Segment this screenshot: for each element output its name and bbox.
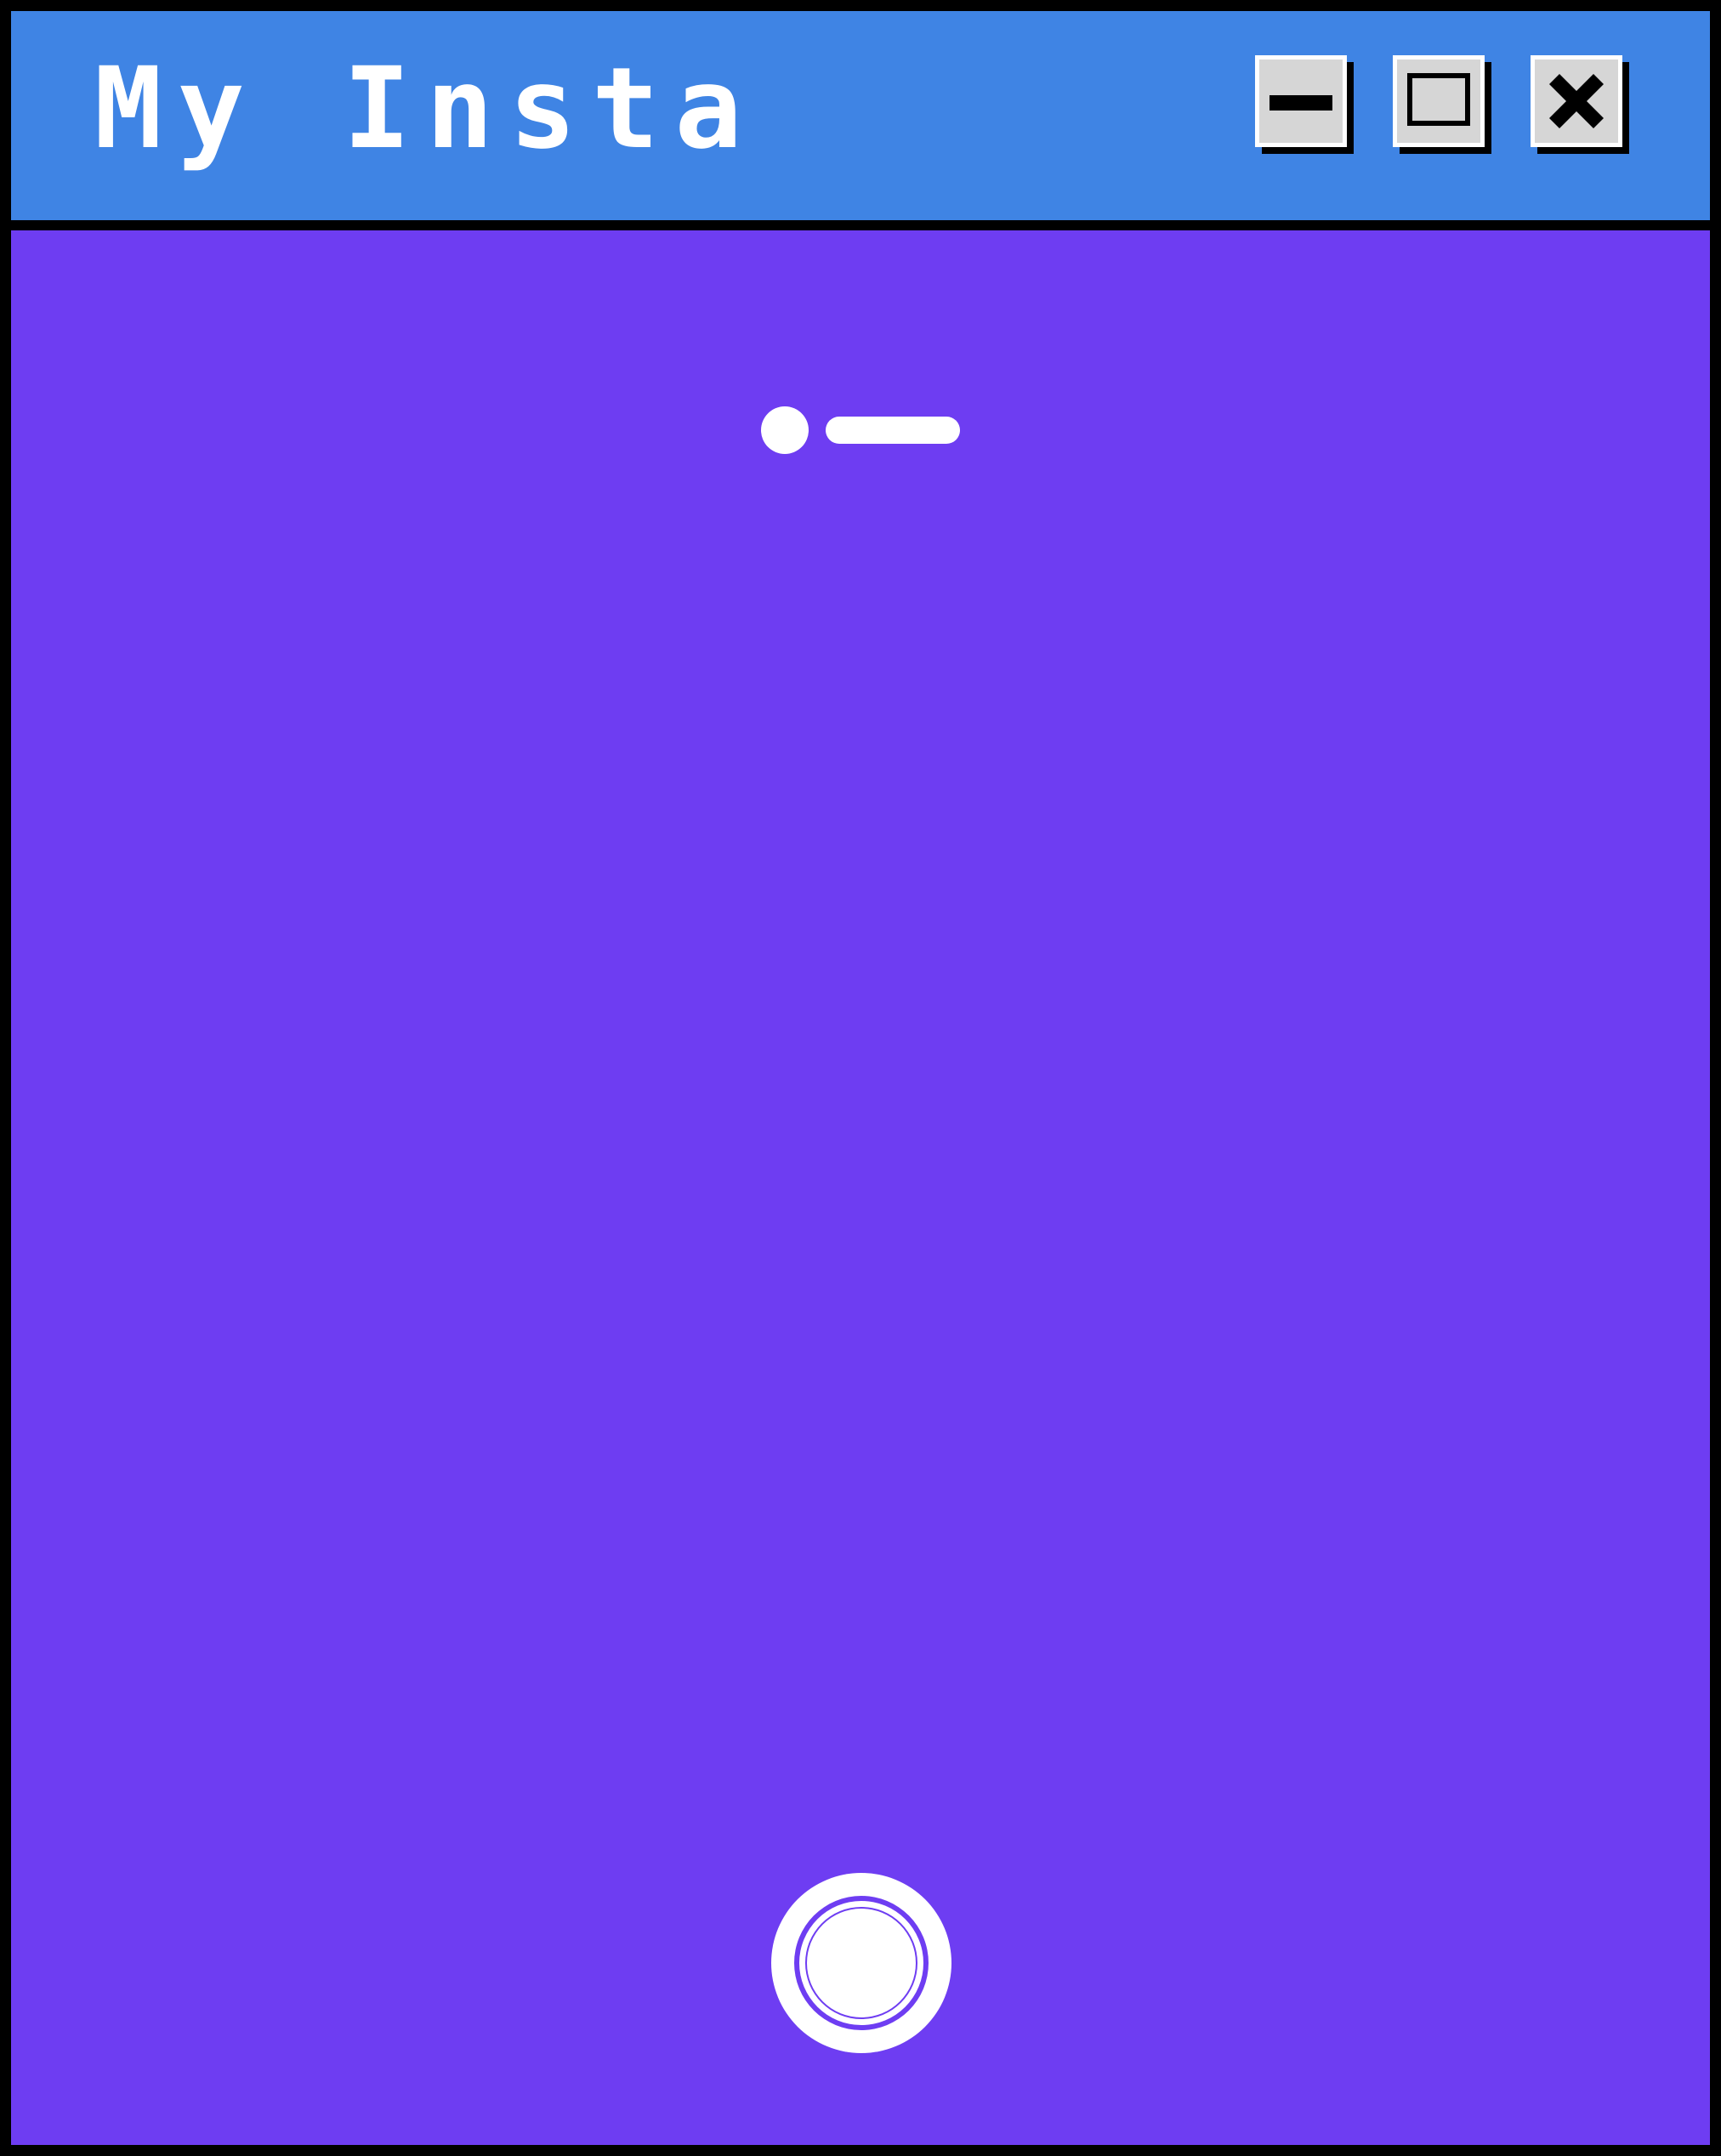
camera-view[interactable] bbox=[11, 230, 1710, 2156]
close-button[interactable] bbox=[1531, 55, 1629, 154]
page-indicator-active[interactable] bbox=[826, 417, 960, 444]
close-icon bbox=[1549, 74, 1604, 128]
window-title: My Insta bbox=[94, 43, 758, 174]
minimize-button[interactable] bbox=[1255, 55, 1354, 154]
page-indicator-dot[interactable] bbox=[761, 406, 809, 454]
maximize-icon bbox=[1407, 73, 1470, 126]
app-window: My Insta bbox=[0, 0, 1721, 2156]
minimize-icon bbox=[1269, 95, 1332, 111]
shutter-button[interactable] bbox=[771, 1873, 951, 2053]
maximize-button[interactable] bbox=[1393, 55, 1491, 154]
title-bar[interactable]: My Insta bbox=[11, 11, 1710, 230]
